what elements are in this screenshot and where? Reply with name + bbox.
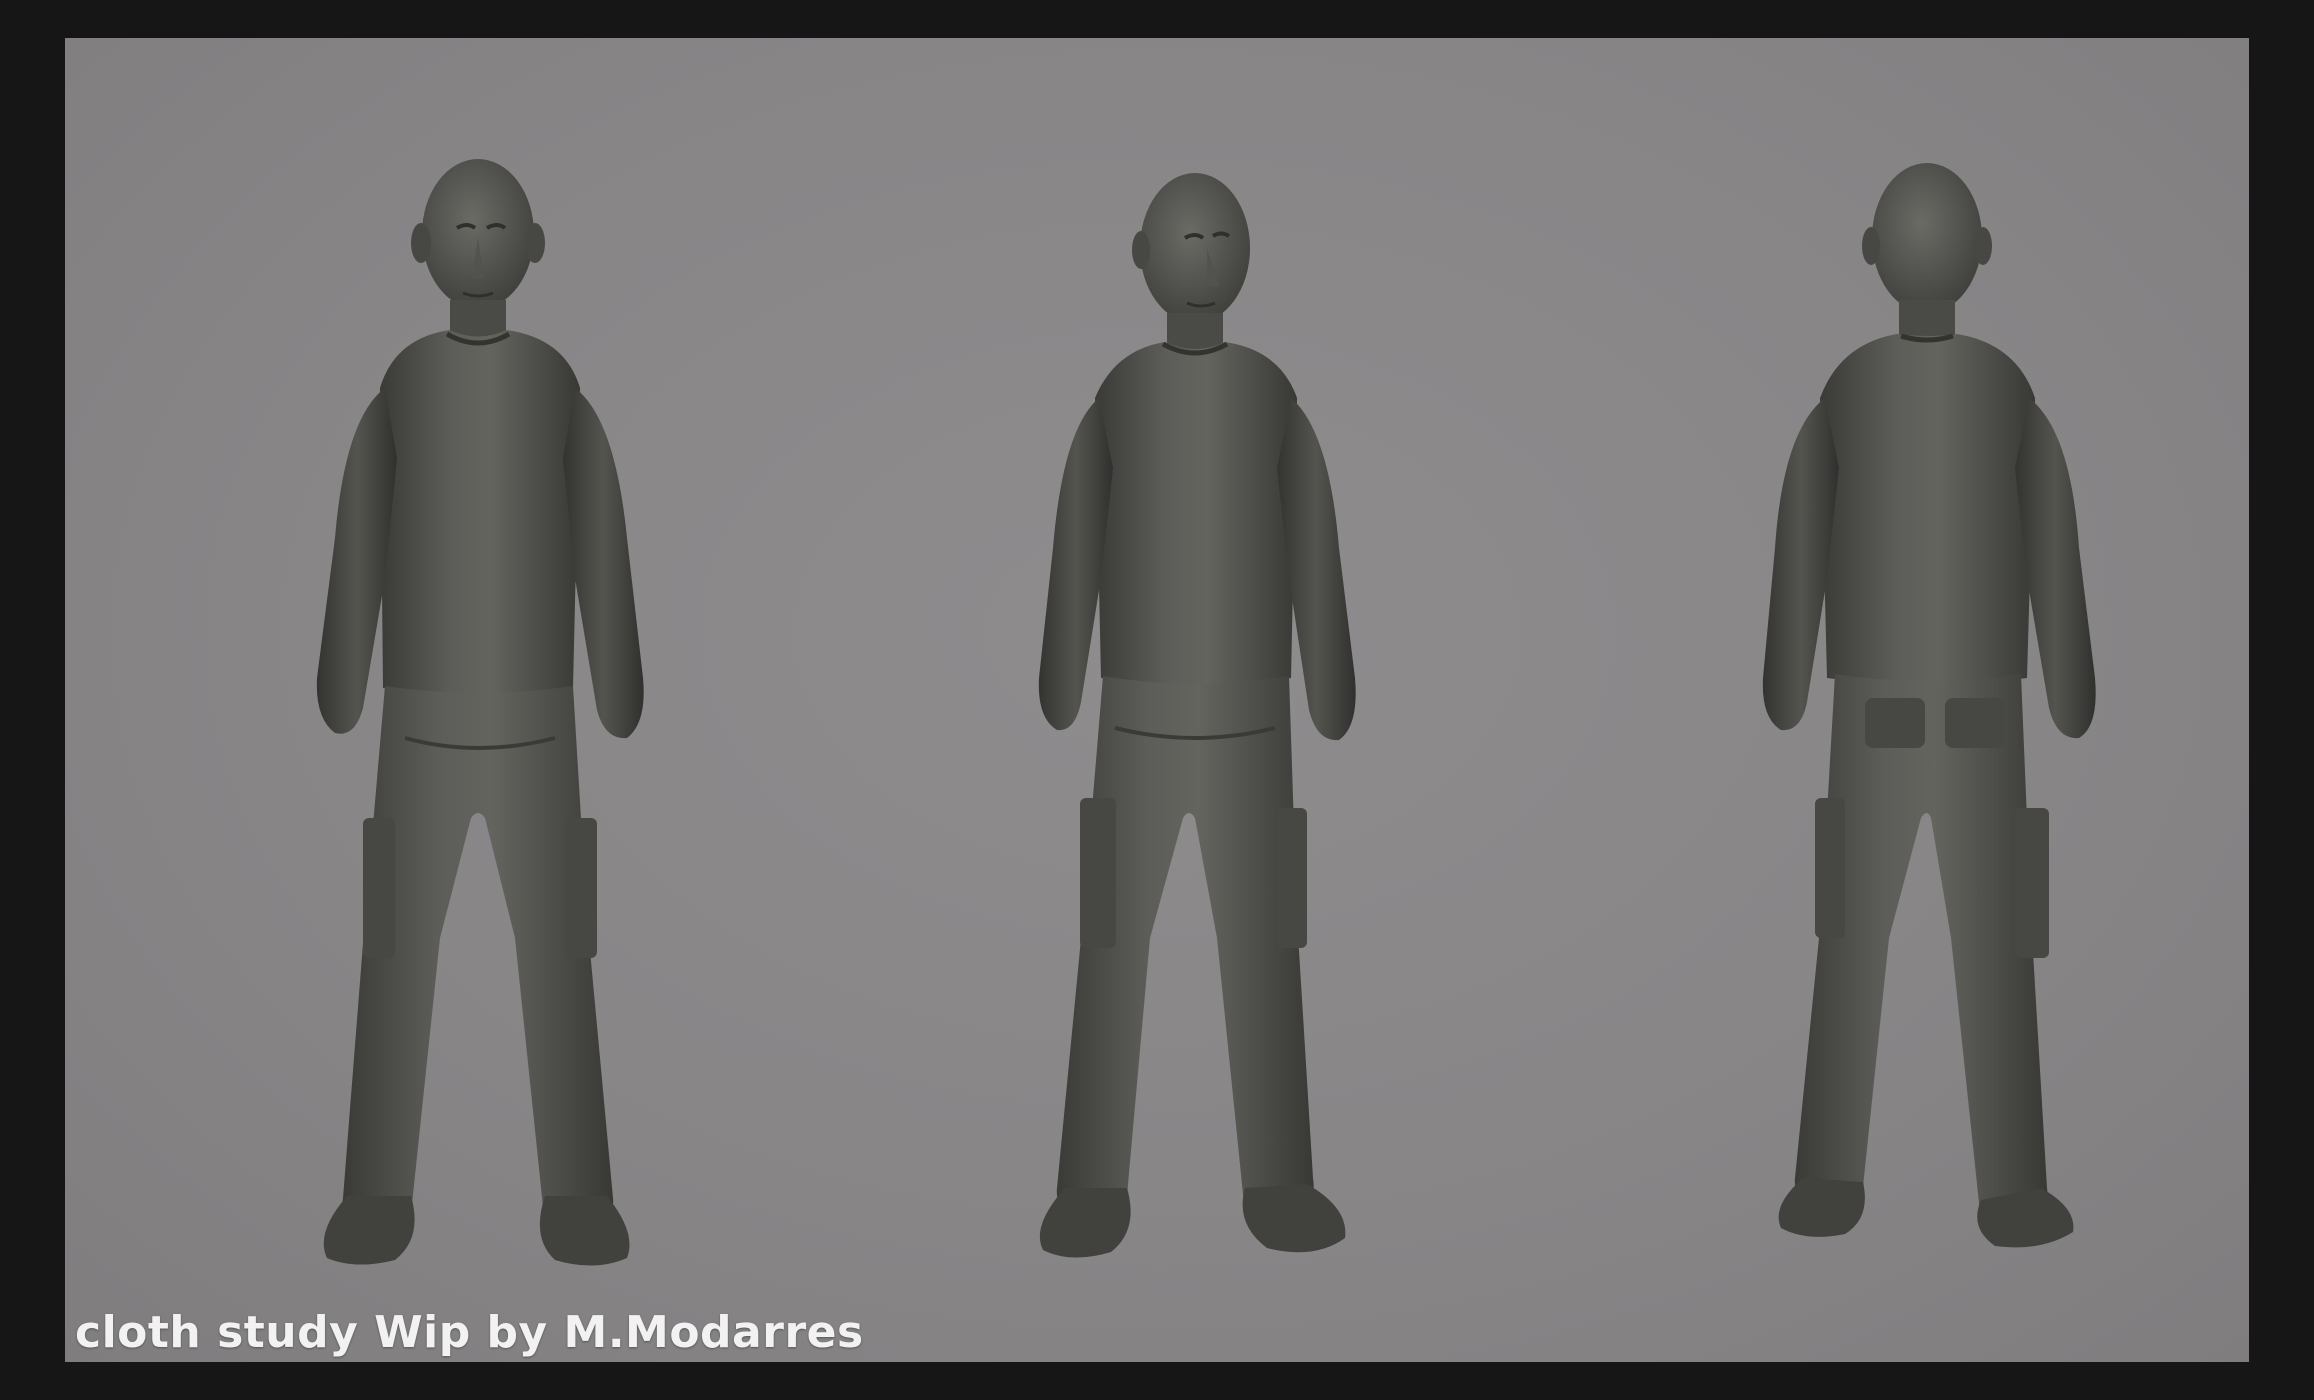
right-arm — [563, 388, 644, 739]
left-arm — [1038, 398, 1113, 731]
head — [1140, 173, 1250, 323]
left-arm — [1762, 398, 1839, 731]
head — [422, 159, 534, 309]
three-quarter-view — [945, 38, 1425, 1362]
back-view — [1675, 38, 2155, 1362]
shirt — [380, 330, 580, 696]
right-shoe — [539, 1196, 630, 1266]
left-shoe — [1039, 1188, 1131, 1258]
left-shoe — [323, 1196, 415, 1265]
pants — [1794, 674, 2048, 1222]
head — [1872, 163, 1982, 313]
image-frame: cloth study Wip by M.Modarres — [0, 0, 2314, 1400]
right-arm — [2015, 398, 2096, 739]
shirt — [1095, 342, 1297, 686]
left-shoe — [1778, 1178, 1865, 1237]
front-view — [235, 38, 715, 1362]
render-canvas: cloth study Wip by M.Modarres — [65, 38, 2249, 1362]
shirt — [1820, 334, 2035, 685]
right-shoe — [1242, 1184, 1346, 1253]
caption-text: cloth study Wip by M.Modarres — [75, 1307, 864, 1358]
